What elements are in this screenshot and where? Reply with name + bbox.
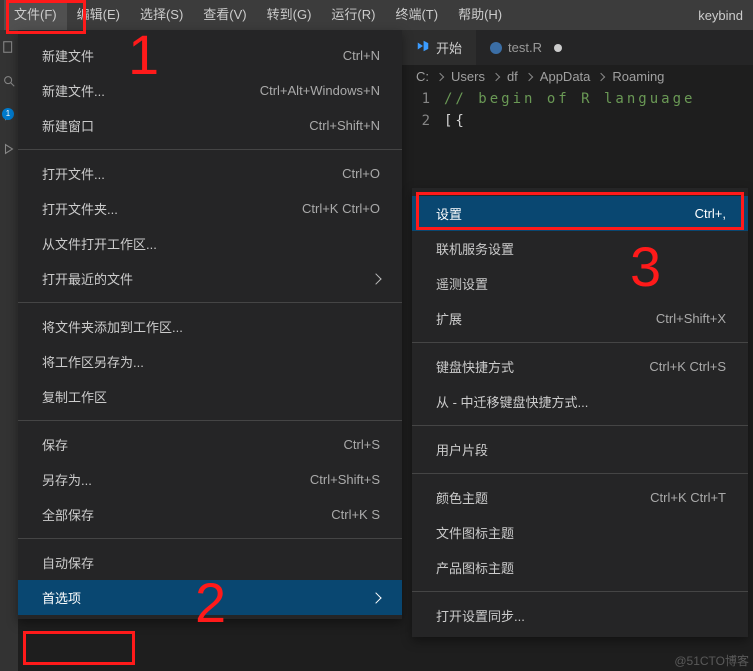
chevron-right-icon bbox=[525, 72, 533, 80]
breadcrumb-seg: AppData bbox=[540, 69, 591, 84]
menu-add-folder[interactable]: 将文件夹添加到工作区... bbox=[18, 309, 402, 344]
chevron-right-icon bbox=[597, 72, 605, 80]
menu-open-file[interactable]: 打开文件...Ctrl+O bbox=[18, 156, 402, 191]
menu-separator bbox=[412, 425, 748, 426]
shortcut-label: Ctrl+S bbox=[344, 437, 380, 452]
shortcut-label: Ctrl+Shift+N bbox=[309, 118, 380, 133]
watermark: @51CTO博客 bbox=[674, 652, 749, 669]
shortcut-label: Ctrl+K Ctrl+S bbox=[649, 359, 726, 374]
submenu-settings[interactable]: 设置Ctrl+, bbox=[412, 196, 748, 231]
menu-save-as[interactable]: 另存为...Ctrl+Shift+S bbox=[18, 462, 402, 497]
menu-file[interactable]: 文件(F) bbox=[4, 0, 67, 30]
submenu-telemetry[interactable]: 遥测设置 bbox=[412, 266, 748, 301]
menu-run[interactable]: 运行(R) bbox=[321, 0, 385, 30]
tab-label: 开始 bbox=[436, 38, 462, 57]
dirty-indicator-icon bbox=[554, 44, 562, 52]
annotation-box-2 bbox=[23, 631, 135, 665]
menu-separator bbox=[412, 342, 748, 343]
menu-view[interactable]: 查看(V) bbox=[193, 0, 256, 30]
tab-test-r[interactable]: test.R bbox=[476, 30, 576, 65]
activity-bar: 1 bbox=[0, 30, 18, 671]
menu-terminal[interactable]: 终端(T) bbox=[385, 0, 448, 30]
code-text: // begin of R language bbox=[444, 91, 695, 107]
menu-open-recent[interactable]: 打开最近的文件 bbox=[18, 261, 402, 296]
menu-separator bbox=[412, 473, 748, 474]
submenu-settings-sync[interactable]: 打开设置同步... bbox=[412, 598, 748, 633]
menu-duplicate-workspace[interactable]: 复制工作区 bbox=[18, 379, 402, 414]
code-line: 2 [{ bbox=[402, 110, 753, 132]
window-title-fragment: keybind bbox=[698, 8, 753, 23]
menu-separator bbox=[18, 420, 402, 421]
chevron-right-icon bbox=[492, 72, 500, 80]
chevron-right-icon bbox=[436, 72, 444, 80]
shortcut-label: Ctrl+Shift+S bbox=[310, 472, 380, 487]
menu-separator bbox=[18, 538, 402, 539]
menu-auto-save[interactable]: 自动保存 bbox=[18, 545, 402, 580]
submenu-file-icon-theme[interactable]: 文件图标主题 bbox=[412, 515, 748, 550]
menu-separator bbox=[18, 302, 402, 303]
shortcut-label: Ctrl+, bbox=[695, 206, 726, 221]
menu-separator bbox=[18, 149, 402, 150]
breadcrumb-seg: C: bbox=[416, 69, 429, 84]
chevron-right-icon bbox=[370, 273, 381, 284]
explorer-icon[interactable] bbox=[0, 30, 18, 64]
menu-new-file-dots[interactable]: 新建文件...Ctrl+Alt+Windows+N bbox=[18, 73, 402, 108]
menu-preferences[interactable]: 首选项 bbox=[18, 580, 402, 615]
code-line: 1 // begin of R language bbox=[402, 88, 753, 110]
debug-icon[interactable] bbox=[0, 132, 18, 166]
shortcut-label: Ctrl+Alt+Windows+N bbox=[260, 83, 380, 98]
chevron-right-icon bbox=[370, 592, 381, 603]
shortcut-label: Ctrl+K S bbox=[331, 507, 380, 522]
menu-new-file[interactable]: 新建文件Ctrl+N bbox=[18, 38, 402, 73]
tab-start[interactable]: 开始 bbox=[402, 30, 476, 65]
r-file-icon bbox=[490, 42, 502, 54]
file-dropdown-menu: 新建文件Ctrl+N 新建文件...Ctrl+Alt+Windows+N 新建窗… bbox=[18, 30, 402, 619]
breadcrumb-seg: Roaming bbox=[612, 69, 664, 84]
menu-save-workspace-as[interactable]: 将工作区另存为... bbox=[18, 344, 402, 379]
breadcrumb-seg: Users bbox=[451, 69, 485, 84]
editor-tab-bar: 开始 test.R bbox=[402, 30, 753, 65]
shortcut-label: Ctrl+K Ctrl+T bbox=[650, 490, 726, 505]
submenu-migrate-keymaps[interactable]: 从 - 中迁移键盘快捷方式... bbox=[412, 384, 748, 419]
submenu-extensions[interactable]: 扩展Ctrl+Shift+X bbox=[412, 301, 748, 336]
menu-goto[interactable]: 转到(G) bbox=[257, 0, 322, 30]
menu-help[interactable]: 帮助(H) bbox=[448, 0, 512, 30]
submenu-online-services[interactable]: 联机服务设置 bbox=[412, 231, 748, 266]
menu-save-all[interactable]: 全部保存Ctrl+K S bbox=[18, 497, 402, 532]
menu-bar: 文件(F) 编辑(E) 选择(S) 查看(V) 转到(G) 运行(R) 终端(T… bbox=[0, 0, 753, 30]
search-icon[interactable] bbox=[0, 64, 18, 98]
vscode-icon bbox=[416, 39, 430, 56]
preferences-submenu: 设置Ctrl+, 联机服务设置 遥测设置 扩展Ctrl+Shift+X 键盘快捷… bbox=[412, 188, 748, 637]
menu-save[interactable]: 保存Ctrl+S bbox=[18, 427, 402, 462]
submenu-user-snippets[interactable]: 用户片段 bbox=[412, 432, 748, 467]
shortcut-label: Ctrl+N bbox=[343, 48, 380, 63]
menu-separator bbox=[412, 591, 748, 592]
submenu-color-theme[interactable]: 颜色主题Ctrl+K Ctrl+T bbox=[412, 480, 748, 515]
breadcrumb-seg: df bbox=[507, 69, 518, 84]
menu-open-folder[interactable]: 打开文件夹...Ctrl+K Ctrl+O bbox=[18, 191, 402, 226]
menu-new-window[interactable]: 新建窗口Ctrl+Shift+N bbox=[18, 108, 402, 143]
line-number: 2 bbox=[416, 113, 444, 129]
line-number: 1 bbox=[416, 91, 444, 107]
tab-label: test.R bbox=[508, 40, 542, 55]
shortcut-label: Ctrl+O bbox=[342, 166, 380, 181]
breadcrumb[interactable]: C: Users df AppData Roaming bbox=[402, 65, 753, 88]
menu-edit[interactable]: 编辑(E) bbox=[67, 0, 130, 30]
shortcut-label: Ctrl+K Ctrl+O bbox=[302, 201, 380, 216]
submenu-keyboard-shortcuts[interactable]: 键盘快捷方式Ctrl+K Ctrl+S bbox=[412, 349, 748, 384]
menu-open-workspace[interactable]: 从文件打开工作区... bbox=[18, 226, 402, 261]
code-text: [{ bbox=[444, 113, 467, 129]
submenu-product-icon-theme[interactable]: 产品图标主题 bbox=[412, 550, 748, 585]
menu-select[interactable]: 选择(S) bbox=[130, 0, 193, 30]
shortcut-label: Ctrl+Shift+X bbox=[656, 311, 726, 326]
badge-count: 1 bbox=[2, 108, 14, 120]
